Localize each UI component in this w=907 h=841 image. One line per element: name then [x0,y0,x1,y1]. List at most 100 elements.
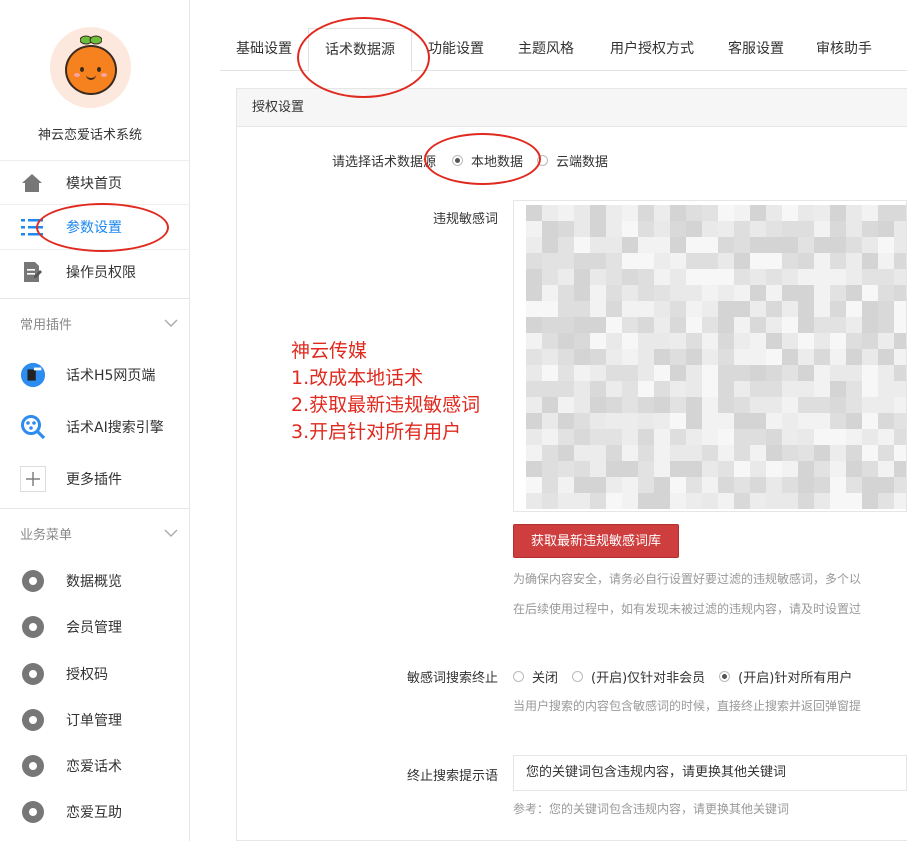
blur-cell [638,349,654,365]
radio-stop-all-users[interactable]: (开启)针对所有用户 [719,667,852,686]
sensitive-words-textarea[interactable] [513,200,907,512]
blur-cell [782,269,798,285]
blur-cell [766,221,782,237]
blur-cell [558,253,574,269]
blur-cell [878,381,894,397]
blur-cell [558,317,574,333]
blur-cell [718,253,734,269]
fetch-sensitive-words-button[interactable]: 获取最新违规敏感词库 [513,524,679,558]
tab-review-assistant[interactable]: 审核助手 [800,28,888,71]
blur-cell [638,445,654,461]
blur-cell [606,493,622,509]
blur-cell [654,237,670,253]
blur-cell [622,493,638,509]
blur-cell [782,381,798,397]
sidebar-item-h5[interactable]: 话术H5网页端 [0,352,190,398]
tab-basic[interactable]: 基础设置 [220,28,308,71]
blur-cell [814,413,830,429]
blur-cell [766,349,782,365]
blur-cell [622,413,638,429]
blur-cell [654,205,670,221]
blur-cell [814,381,830,397]
blur-cell [750,493,766,509]
sidebar-item-home[interactable]: 模块首页 [0,160,190,204]
blur-cell [702,445,718,461]
blur-cell [718,429,734,445]
blur-cell [798,269,814,285]
blur-cell [654,349,670,365]
blur-cell [542,429,558,445]
blur-cell [590,461,606,477]
blur-cell [830,237,846,253]
blur-cell [830,269,846,285]
radio-stop-non-members[interactable]: (开启)仅针对非会员 [572,667,705,686]
blur-cell [702,237,718,253]
blur-cell [622,253,638,269]
radio-cloud-data[interactable]: 云端数据 [537,151,608,170]
tip-reference: 参考：您的关键词包含违规内容，请更换其他关键词 [513,802,790,816]
blur-cell [766,477,782,493]
section-plugins[interactable]: 常用插件 [0,298,190,348]
sidebar-item-auth-code[interactable]: 授权码 [0,651,190,697]
radio-label: 关闭 [532,671,559,686]
blur-cell [718,301,734,317]
tab-customer-service[interactable]: 客服设置 [712,28,800,71]
blur-cell [766,285,782,301]
sidebar-item-members[interactable]: 会员管理 [0,604,190,650]
blur-cell [558,205,574,221]
blur-cell [542,221,558,237]
blur-cell [654,221,670,237]
blur-cell [878,493,894,509]
blur-cell [542,333,558,349]
sidebar-item-operators[interactable]: 操作员权限 [0,249,190,293]
blur-cell [750,445,766,461]
blur-cell [638,381,654,397]
gear-icon [20,799,46,825]
blur-cell [734,429,750,445]
blur-cell [734,317,750,333]
blur-cell [606,349,622,365]
sidebar-item-more-plugins[interactable]: 更多插件 [0,456,190,502]
tab-user-auth[interactable]: 用户授权方式 [592,28,712,71]
blur-cell [638,269,654,285]
blur-cell [782,461,798,477]
radio-stop-off[interactable]: 关闭 [513,667,558,686]
blur-cell [574,285,590,301]
blur-cell [590,381,606,397]
sidebar-item-orders[interactable]: 订单管理 [0,697,190,743]
blur-cell [622,349,638,365]
blur-cell [814,221,830,237]
blur-cell [622,285,638,301]
blur-cell [894,381,906,397]
blur-cell [526,365,542,381]
annotation-line: 2.获取最新违规敏感词 [291,394,481,416]
blur-cell [686,493,702,509]
sidebar-item-love-help[interactable]: 恋爱互助 [0,789,190,835]
blur-cell [894,285,906,301]
blur-cell [782,317,798,333]
blur-cell [686,429,702,445]
sidebar-item-overview[interactable]: 数据概览 [0,558,190,604]
sidebar-item-love-scripts[interactable]: 恋爱话术 [0,743,190,789]
blur-cell [750,365,766,381]
blur-cell [702,253,718,269]
blur-cell [654,253,670,269]
blur-cell [862,349,878,365]
blur-cell [734,205,750,221]
stop-tip-input[interactable]: 您的关键词包含违规内容，请更换其他关键词 [513,755,907,791]
blur-cell [878,237,894,253]
tab-theme[interactable]: 主题风格 [500,28,592,71]
section-business[interactable]: 业务菜单 [0,508,190,558]
blur-cell [686,349,702,365]
blur-cell [862,461,878,477]
blur-cell [686,397,702,413]
blur-cell [606,429,622,445]
blur-cell [654,333,670,349]
blur-cell [558,461,574,477]
blur-cell [542,365,558,381]
blur-cell [558,333,574,349]
blur-cell [862,301,878,317]
blur-cell [814,301,830,317]
blur-cell [606,365,622,381]
sidebar-item-ai-search[interactable]: 话术AI搜索引擎 [0,404,190,450]
